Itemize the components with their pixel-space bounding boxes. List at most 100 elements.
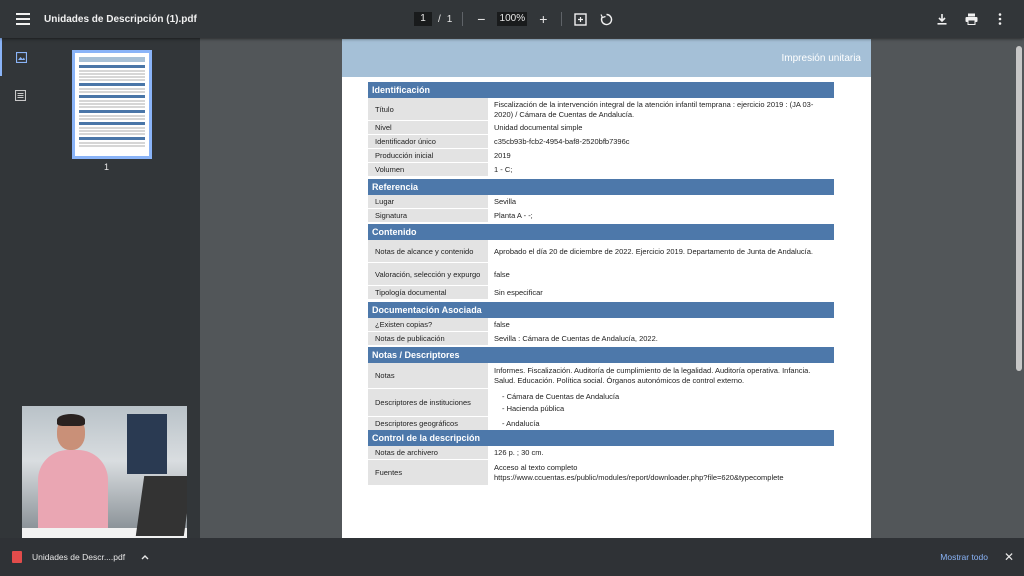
section-title: Referencia	[368, 179, 834, 195]
show-all-button[interactable]: Mostrar todo	[940, 552, 988, 562]
scrollbar[interactable]	[1014, 38, 1024, 538]
table-row: Volumen 1 - C;	[368, 163, 834, 177]
laptop	[135, 476, 187, 536]
row-value: Sevilla : Cámara de Cuentas de Andalucía…	[494, 334, 658, 344]
table-row: Producción inicial 2019	[368, 149, 834, 163]
row-value: Fiscalización de la intervención integra…	[494, 99, 814, 119]
presenter-hair	[57, 414, 85, 426]
row-value: Unidad documental simple	[494, 123, 583, 133]
section-title: Control de la descripción	[368, 430, 834, 446]
source-link[interactable]: https://www.ccuentas.es/public/modules/r…	[494, 473, 784, 483]
table-row: Notas Informes. Fiscalización. Auditoría …	[368, 363, 834, 389]
row-value: 126 p. ; 30 cm.	[494, 448, 544, 458]
table-row: Descriptores geográficos - Andalucía	[368, 417, 834, 431]
row-value: Informes. Fiscalización. Auditoría de cu…	[494, 366, 811, 385]
page-thumbnail[interactable]	[72, 50, 152, 159]
descriptor-item: - Cámara de Cuentas de Andalucía	[502, 392, 620, 402]
row-label: Fuentes	[368, 460, 488, 486]
close-icon[interactable]: ✕	[1004, 550, 1014, 564]
table-row: Notas de publicación Sevilla : Cámara de …	[368, 332, 834, 346]
row-value: - Cámara de Cuentas de Andalucía - Hacie…	[488, 389, 834, 417]
row-value: 2019	[494, 151, 511, 161]
row-value: Aprobado el día 20 de diciembre de 2022.…	[494, 246, 813, 256]
table-row: Lugar Sevilla	[368, 195, 834, 209]
section-title: Contenido	[368, 224, 834, 240]
thumbnail-page-number: 1	[104, 162, 110, 172]
page-number-input[interactable]: 1	[414, 12, 432, 26]
source-label: Acceso al texto completo	[494, 463, 578, 473]
download-icon[interactable]	[934, 11, 950, 27]
section-title: Identificación	[368, 82, 834, 98]
divider	[462, 12, 464, 26]
background-banner	[127, 414, 167, 474]
row-label: Descriptores geográficos	[368, 417, 488, 431]
section-referencia: Referencia Lugar Sevilla Signatura Planta …	[368, 179, 834, 223]
row-value: Planta A - -;	[494, 211, 533, 221]
section-identificacion: Identificación Título Fiscalización de la…	[368, 82, 834, 177]
row-label: Notas	[368, 363, 488, 389]
section-title: Documentación Asociada	[368, 302, 834, 318]
row-label: Valoración, selección y expurgo	[368, 263, 488, 286]
section-title: Notas / Descriptores	[368, 347, 834, 363]
table-row: Identificador único c35cb93b-fcb2-4954-ba…	[368, 135, 834, 149]
download-bar: Unidades de Descr....pdf Mostrar todo ✕	[0, 538, 1024, 576]
row-value: Sevilla	[494, 197, 517, 207]
page-header: Impresión unitaria	[342, 39, 871, 77]
print-icon[interactable]	[963, 11, 979, 27]
thumbnails-icon[interactable]	[0, 38, 40, 76]
table-row: Notas de alcance y contenido Aprobado el …	[368, 240, 834, 263]
row-value: false	[494, 269, 510, 279]
row-value: c35cb93b-fcb2-4954-baf8-2520bfb7396c	[494, 137, 630, 147]
row-label: Notas de alcance y contenido	[368, 240, 488, 263]
download-filename: Unidades de Descr....pdf	[32, 552, 126, 562]
row-label: Título	[368, 98, 488, 121]
right-tools	[934, 11, 1008, 27]
row-label: Lugar	[368, 195, 488, 209]
pdf-file-icon	[12, 551, 22, 563]
table-row: ¿Existen copias? false	[368, 318, 834, 332]
outline-icon[interactable]	[0, 76, 40, 114]
row-label: Nivel	[368, 121, 488, 135]
section-notas-descriptores: Notas / Descriptores Notas Informes. Fisc…	[368, 347, 834, 431]
webcam-overlay	[22, 406, 187, 544]
row-value: - Andalucía	[502, 419, 540, 429]
fit-page-icon[interactable]	[572, 11, 588, 27]
row-value: false	[494, 320, 510, 330]
section-contenido: Contenido Notas de alcance y contenido Ap…	[368, 224, 834, 300]
row-label: Notas de publicación	[368, 332, 488, 346]
zoom-out-button[interactable]: −	[473, 11, 489, 27]
descriptor-item: - Hacienda pública	[502, 404, 565, 414]
row-value: 1 - C;	[494, 165, 513, 175]
more-options-icon[interactable]	[992, 11, 1008, 27]
row-label: Signatura	[368, 209, 488, 223]
row-label: Tipología documental	[368, 286, 488, 300]
sidebar-icons	[0, 38, 40, 114]
document-title: Unidades de Descripción (1).pdf	[44, 13, 197, 25]
row-value: Sin especificar	[494, 288, 543, 298]
row-label: Notas de archivero	[368, 446, 488, 460]
table-row: Valoración, selección y expurgo false	[368, 263, 834, 286]
row-value: Acceso al texto completo https://www.ccu…	[488, 460, 834, 486]
menu-icon[interactable]	[12, 8, 34, 30]
zoom-in-button[interactable]: +	[535, 11, 551, 27]
rotate-icon[interactable]	[598, 11, 614, 27]
chevron-up-icon[interactable]	[141, 552, 149, 562]
row-label: Descriptores de instituciones	[368, 389, 488, 417]
download-item[interactable]: Unidades de Descr....pdf	[12, 551, 149, 563]
table-row: Fuentes Acceso al texto completo https:/…	[368, 460, 834, 486]
row-label: ¿Existen copias?	[368, 318, 488, 332]
page-controls: 1 / 1 − 100% +	[414, 11, 614, 27]
section-control-descripcion: Control de la descripción Notas de archi…	[368, 430, 834, 486]
table-row: Descriptores de instituciones - Cámara d…	[368, 389, 834, 417]
divider	[561, 12, 563, 26]
scrollbar-thumb[interactable]	[1016, 46, 1022, 371]
row-label: Volumen	[368, 163, 488, 177]
table-row: Notas de archivero 126 p. ; 30 cm.	[368, 446, 834, 460]
row-label: Producción inicial	[368, 149, 488, 163]
row-label: Identificador único	[368, 135, 488, 149]
zoom-level-input[interactable]: 100%	[497, 12, 528, 26]
page-separator: /	[438, 13, 441, 25]
table-row: Nivel Unidad documental simple	[368, 121, 834, 135]
table-row: Signatura Planta A - -;	[368, 209, 834, 223]
section-documentacion-asociada: Documentación Asociada ¿Existen copias? f…	[368, 302, 834, 346]
